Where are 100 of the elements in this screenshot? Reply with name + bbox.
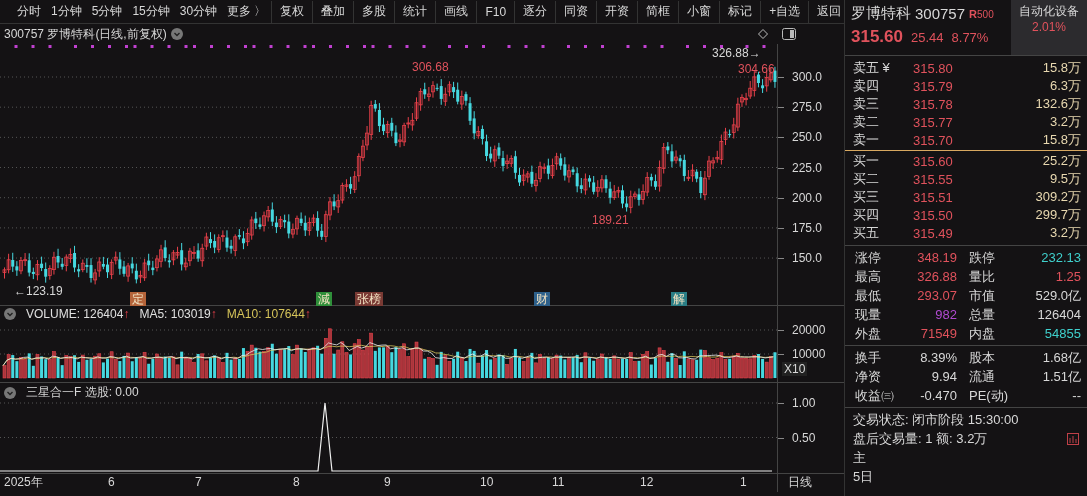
order-level: 卖一: [853, 131, 880, 149]
axis-label: 20000: [792, 323, 826, 337]
stat-label: 外盘: [855, 324, 882, 343]
toolbar-button[interactable]: 画线: [435, 0, 477, 23]
price-label: 304.66: [738, 62, 775, 76]
price-label: 326.88→: [712, 46, 761, 60]
date-label: 1: [740, 475, 747, 490]
toolbar-button[interactable]: 逐分: [514, 0, 556, 23]
stat-label: 最高: [855, 267, 882, 286]
stat-label: 最低: [855, 286, 882, 305]
trend-arrow: ↑: [304, 307, 311, 321]
price-label: 306.68: [412, 60, 449, 74]
toolbar-button[interactable]: +自选: [760, 0, 809, 23]
stat-value: 232.13: [1040, 250, 1081, 265]
stat-label: PE(动): [969, 386, 1009, 405]
order-volume: 299.7万: [1034, 206, 1081, 224]
toolbar-button[interactable]: 统计: [394, 0, 436, 23]
toolbar-button[interactable]: 简框: [637, 0, 679, 23]
stat-value: 71549: [919, 326, 957, 341]
period-tab[interactable]: 15分钟: [127, 0, 175, 23]
panel-icon[interactable]: [782, 28, 796, 40]
axis-label: 1.00: [792, 396, 816, 410]
stock-code: 300757: [915, 5, 966, 22]
period-tab[interactable]: 5分钟: [86, 0, 128, 23]
toolbar-button[interactable]: 开资: [596, 0, 638, 23]
event-tag[interactable]: 张榜: [355, 292, 383, 306]
stat-value: -0.470: [919, 388, 957, 403]
toolbar-button[interactable]: 叠加: [312, 0, 354, 23]
order-volume: 132.6万: [1034, 95, 1081, 113]
order-level: 卖三: [853, 95, 880, 113]
stat-value: --: [1071, 388, 1081, 403]
stat-label: 跌停: [969, 248, 996, 267]
toolbar-button[interactable]: 同资: [555, 0, 597, 23]
toolbar-button[interactable]: 小窗: [678, 0, 720, 23]
toolbar-button[interactable]: 复权: [271, 0, 313, 23]
status-text: 主: [853, 448, 866, 467]
chart-title: 300757 罗博特科(日线,前复权): [4, 25, 167, 43]
toolbar-button[interactable]: 多股: [353, 0, 395, 23]
axis-label: 275.0: [792, 100, 823, 115]
order-level: 买五: [853, 224, 880, 242]
order-price: 315.51: [913, 189, 954, 205]
stat-value: 326.88: [916, 269, 957, 284]
toolbar-button[interactable]: F10: [476, 0, 515, 23]
period-tab[interactable]: 更多 〉: [222, 0, 272, 23]
period-tab[interactable]: 30分钟: [174, 0, 223, 23]
order-price: 315.49: [913, 225, 954, 241]
legend-value: MA5: 103019: [139, 307, 211, 321]
period-tab[interactable]: 1分钟: [46, 0, 87, 23]
axis-label: 300.0: [792, 70, 823, 84]
event-tag[interactable]: 解: [671, 292, 687, 306]
dropdown-icon[interactable]: [170, 28, 183, 40]
date-label: 2025年: [4, 475, 43, 490]
toolbar-button[interactable]: 返回: [808, 0, 850, 23]
period-tab[interactable]: 分时: [12, 0, 46, 23]
price-change: 25.44: [911, 30, 944, 45]
order-level: 卖二: [853, 113, 880, 131]
collapse-icon[interactable]: [4, 386, 16, 399]
order-price: 315.77: [913, 114, 954, 130]
stat-value: 348.19: [916, 250, 957, 265]
scale-multiplier: X10: [782, 362, 808, 376]
date-label: 7: [195, 475, 202, 490]
order-level: 买三: [853, 188, 880, 206]
stat-label: 换手: [855, 348, 882, 367]
axis-label: 200.0: [792, 190, 823, 205]
rating-label: R500: [969, 7, 994, 20]
date-label: 6: [108, 475, 115, 490]
axis-label: 175.0: [792, 220, 823, 235]
order-volume: 3.2万: [1048, 224, 1081, 242]
axis-label: 0.50: [792, 430, 816, 445]
order-volume: 15.8万: [1041, 131, 1081, 149]
period-label: 日线: [788, 475, 812, 490]
stat-label: 量比: [969, 267, 996, 286]
order-volume: 9.5万: [1048, 170, 1081, 188]
axis-label: 150.0: [792, 251, 823, 266]
sector-percent: 2.01%: [1032, 19, 1066, 35]
order-level: 卖五 ¥: [853, 59, 891, 77]
event-tag[interactable]: 财: [534, 292, 550, 306]
toolbar-button[interactable]: 标记: [719, 0, 761, 23]
stat-label: 内盘: [969, 324, 996, 343]
sector-name[interactable]: 自动化设备: [1019, 3, 1079, 19]
last-price: 315.60: [851, 27, 903, 47]
stat-value: 8.39%: [919, 350, 957, 365]
order-price: 315.60: [913, 153, 954, 169]
stat-label: 净资: [855, 367, 882, 386]
order-level: 买二: [853, 170, 880, 188]
order-price: 315.80: [913, 60, 954, 76]
diamond-icon[interactable]: [758, 29, 768, 39]
collapse-icon[interactable]: [4, 308, 16, 320]
stat-value: 1.25: [1054, 269, 1081, 284]
trend-arrow: ↑: [210, 307, 217, 321]
stat-label: 股本: [969, 348, 996, 367]
order-volume: 6.3万: [1048, 77, 1081, 95]
chart-icon[interactable]: [1067, 432, 1079, 445]
stat-value: 982: [934, 307, 957, 322]
order-price: 315.50: [913, 207, 954, 223]
indicator-legend: 三星合一F 选股: 0.00: [26, 384, 139, 401]
percent-change: 8.77%: [951, 30, 989, 45]
stat-value: 293.07: [916, 288, 957, 303]
stat-value: 9.94: [930, 369, 957, 384]
axis-label: 10000: [792, 347, 826, 361]
